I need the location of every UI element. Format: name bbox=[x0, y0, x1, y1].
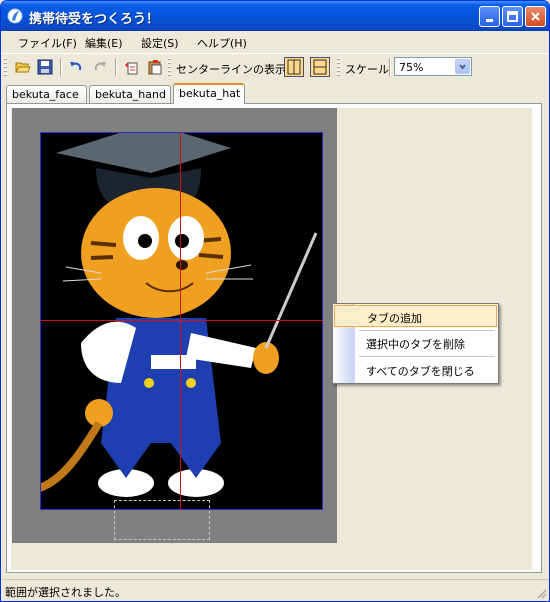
chevron-down-icon bbox=[459, 64, 466, 70]
title-bar[interactable]: 携帯待受をつくろう！ bbox=[1, 1, 549, 31]
context-menu-separator bbox=[359, 356, 495, 357]
open-folder-icon bbox=[15, 62, 31, 73]
toolbar-separator bbox=[60, 58, 62, 76]
open-button[interactable] bbox=[13, 57, 33, 77]
undo-button[interactable] bbox=[66, 57, 86, 77]
scale-label: スケール bbox=[345, 63, 389, 76]
context-menu-separator bbox=[359, 330, 495, 331]
toolbar: センターラインの表示 スケール 75% bbox=[1, 53, 549, 81]
app-icon bbox=[7, 8, 23, 24]
app-window: 携帯待受をつくろう！ ファイル(F) 編集(E) 設定(S) ヘルプ(H) セン… bbox=[0, 0, 550, 602]
context-menu-label: 選択中のタブを削除 bbox=[366, 338, 465, 351]
horizontal-centerline-icon bbox=[313, 59, 327, 75]
tab-label: bekuta_hat bbox=[179, 87, 241, 100]
menu-help[interactable]: ヘルプ(H) bbox=[197, 35, 247, 51]
context-menu-close-all-tabs[interactable]: すべてのタブを閉じる bbox=[334, 359, 497, 381]
tab-bekuta-face[interactable]: bekuta_face bbox=[6, 85, 87, 103]
maximize-icon bbox=[507, 11, 518, 22]
context-menu-delete-tab[interactable]: 選択中のタブを削除 bbox=[334, 332, 497, 354]
scale-dropdown[interactable]: 75% bbox=[394, 57, 472, 76]
toolbar-grip[interactable] bbox=[168, 58, 171, 76]
menu-bar: ファイル(F) 編集(E) 設定(S) ヘルプ(H) bbox=[1, 31, 549, 53]
toolbar-separator bbox=[389, 58, 391, 76]
context-menu-label: タブの追加 bbox=[367, 312, 422, 325]
menu-edit[interactable]: 編集(E) bbox=[85, 35, 123, 51]
minimize-icon bbox=[486, 19, 493, 22]
paste-icon bbox=[148, 60, 162, 75]
redo-icon bbox=[94, 62, 106, 71]
context-menu-label: すべてのタブを閉じる bbox=[366, 365, 475, 378]
tab-bekuta-hat[interactable]: bekuta_hat bbox=[173, 83, 245, 104]
window-title: 携帯待受をつくろう！ bbox=[29, 12, 160, 27]
toolbar-grip[interactable] bbox=[4, 58, 7, 76]
horizontal-centerline-toggle[interactable] bbox=[310, 57, 330, 77]
vertical-centerline-toggle[interactable] bbox=[284, 57, 304, 77]
maximize-button[interactable] bbox=[502, 6, 523, 27]
close-button[interactable] bbox=[525, 6, 546, 27]
save-button[interactable] bbox=[35, 57, 55, 77]
copy-icon bbox=[125, 62, 138, 75]
resize-grip-icon[interactable] bbox=[535, 587, 547, 599]
tab-label: bekuta_face bbox=[12, 88, 79, 101]
paste-button[interactable] bbox=[145, 57, 165, 77]
save-icon bbox=[37, 59, 53, 75]
copy-button[interactable] bbox=[121, 57, 141, 77]
wallpaper-image[interactable] bbox=[40, 132, 323, 510]
status-text: 範囲が選択されました。 bbox=[5, 586, 126, 599]
toolbar-grip[interactable] bbox=[337, 58, 340, 76]
context-menu-add-tab[interactable]: タブの追加 bbox=[334, 305, 497, 327]
menu-file[interactable]: ファイル(F) bbox=[18, 35, 77, 51]
undo-icon bbox=[70, 62, 82, 71]
horizontal-centerline bbox=[40, 320, 323, 321]
tab-bekuta-hand[interactable]: bekuta_hand bbox=[89, 85, 171, 103]
redo-button[interactable] bbox=[90, 57, 110, 77]
close-icon bbox=[531, 12, 540, 21]
context-menu: タブの追加 選択中のタブを削除 すべてのタブを閉じる bbox=[332, 303, 499, 384]
toolbar-separator bbox=[115, 58, 117, 76]
status-bar: 範囲が選択されました。 bbox=[1, 579, 549, 601]
centerline-label: センターラインの表示 bbox=[176, 63, 286, 76]
scale-value: 75% bbox=[399, 61, 424, 74]
minimize-button[interactable] bbox=[479, 6, 500, 27]
menu-settings[interactable]: 設定(S) bbox=[141, 35, 179, 51]
selection-rectangle[interactable] bbox=[114, 500, 210, 540]
vertical-centerline bbox=[180, 132, 181, 510]
character-illustration bbox=[41, 133, 318, 497]
vertical-centerline-icon bbox=[287, 59, 301, 75]
tab-label: bekuta_hand bbox=[95, 88, 166, 101]
dropdown-arrow-button[interactable] bbox=[455, 59, 470, 74]
